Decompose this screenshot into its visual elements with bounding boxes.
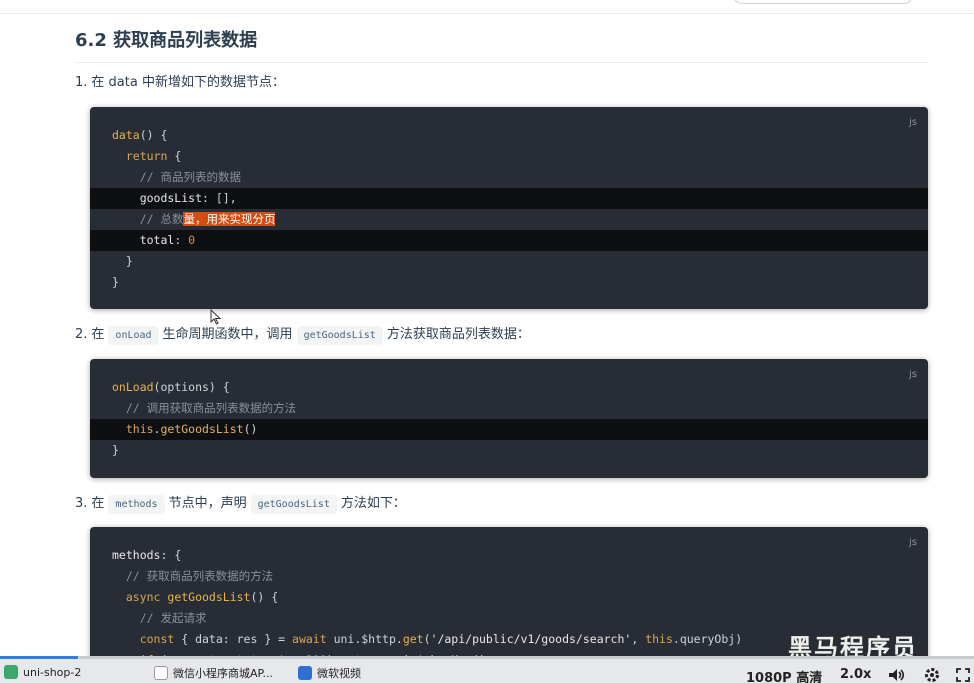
- code-token: getGoodsList: [167, 590, 251, 604]
- code-token: async: [112, 590, 168, 604]
- code-token: .queryObj): [672, 632, 743, 646]
- code-token: (: [423, 632, 431, 646]
- step-2: 2. 在 onLoad 生命周期函数中，调用 getGoodsList 方法获取商品列表数…: [75, 325, 530, 345]
- gear-icon[interactable]: [924, 667, 940, 683]
- code-line: goodsList: [],: [90, 188, 928, 209]
- code-token: '/api/public/v1/goods/search': [430, 632, 632, 646]
- step-3: 3. 在 methods 节点中，声明 getGoodsList 方法如下：: [75, 494, 406, 514]
- code-token: uni.$http.: [326, 632, 403, 646]
- code-line: // 总数量，用来实现分页: [90, 209, 928, 230]
- code-token: total: [112, 233, 175, 247]
- quality-button[interactable]: 1080P 高清: [746, 667, 822, 683]
- video-progress-bar[interactable]: [0, 656, 974, 659]
- code-token: goodsList: [112, 191, 203, 205]
- code-token: }: [112, 275, 119, 289]
- code-token: { data: res } =: [174, 632, 293, 646]
- code-block-data: js data() { return { // 商品列表的数据 goodsLis…: [90, 107, 928, 309]
- text-file-icon: [154, 666, 168, 680]
- code-line: // 调用获取商品列表数据的方法: [90, 398, 928, 419]
- code-token: // 商品列表的数据: [112, 170, 241, 184]
- bottom-taskbar: [0, 656, 974, 683]
- code-token: this: [645, 632, 673, 646]
- code-line: onLoad(options) {: [90, 377, 928, 398]
- code-line: total: 0: [90, 230, 928, 251]
- code-line: }: [90, 440, 928, 461]
- code-token: {: [167, 149, 182, 163]
- code-token: // 总数: [112, 212, 184, 226]
- code-token: ,: [631, 632, 646, 646]
- code-token: : [],: [202, 191, 237, 205]
- code-token: }: [112, 254, 133, 268]
- code-token: const: [112, 632, 175, 646]
- speed-button[interactable]: 2.0x: [840, 667, 871, 682]
- code-line: // 获取商品列表数据的方法: [90, 566, 928, 587]
- code-token: 0: [188, 233, 196, 247]
- app-icon: [4, 665, 18, 679]
- step-1: 1. 在 data 中新增如下的数据节点：: [75, 75, 285, 90]
- fullscreen-icon[interactable]: [955, 667, 971, 683]
- code-token: data: [112, 128, 140, 142]
- code-block-onload: js onLoad(options) { // 调用获取商品列表数据的方法 th…: [90, 359, 928, 478]
- top-header-bar: [0, 0, 974, 14]
- code-token: get: [402, 632, 424, 646]
- search-input[interactable]: [733, 0, 913, 4]
- code-line: return {: [90, 146, 928, 167]
- code-token: onLoad: [112, 380, 154, 394]
- mouse-cursor-icon: [210, 309, 222, 325]
- inline-code: methods: [108, 495, 165, 514]
- code-line: // 商品列表的数据: [90, 167, 928, 188]
- code-line: this.getGoodsList(): [90, 419, 928, 440]
- code-line: async getGoodsList() {: [90, 587, 928, 608]
- code-token: getGoodsList: [160, 422, 244, 436]
- code-line: data() {: [90, 125, 928, 146]
- inline-code: getGoodsList: [296, 326, 383, 345]
- code-token: // 发起请求: [112, 611, 207, 625]
- code-token: () {: [250, 590, 279, 604]
- code-line: // 发起请求: [90, 608, 928, 629]
- selected-text: 量，用来实现分页: [183, 212, 276, 226]
- section-title: 6.2 获取商品列表数据: [75, 28, 928, 63]
- doc-content: 6.2 获取商品列表数据: [75, 28, 928, 63]
- taskbar-item-uni-shop[interactable]: uni-shop-2: [4, 665, 81, 679]
- code-token: () {: [139, 128, 168, 142]
- progress-fill: [0, 656, 78, 659]
- code-token: await: [292, 632, 327, 646]
- code-line: methods: {: [90, 545, 928, 566]
- code-token: // 获取商品列表数据的方法: [112, 569, 274, 583]
- volume-icon[interactable]: [888, 668, 906, 682]
- code-token: // 调用获取商品列表数据的方法: [112, 401, 297, 415]
- code-line: }: [90, 272, 928, 293]
- code-line: }: [90, 251, 928, 272]
- code-token: (): [243, 422, 258, 436]
- code-token: : {: [160, 548, 182, 562]
- code-token: return: [112, 149, 168, 163]
- inline-code: onLoad: [108, 326, 159, 345]
- taskbar-item-video[interactable]: 微软视频: [298, 665, 361, 681]
- video-app-icon: [298, 666, 312, 680]
- code-token: }: [112, 443, 119, 457]
- code-token: methods: [112, 548, 161, 562]
- inline-code: getGoodsList: [250, 495, 337, 514]
- code-token: this: [112, 422, 154, 436]
- code-token: :: [174, 233, 189, 247]
- code-token: (options) {: [153, 380, 230, 394]
- taskbar-item-wechat-api[interactable]: 微信小程序商城AP...: [154, 665, 273, 681]
